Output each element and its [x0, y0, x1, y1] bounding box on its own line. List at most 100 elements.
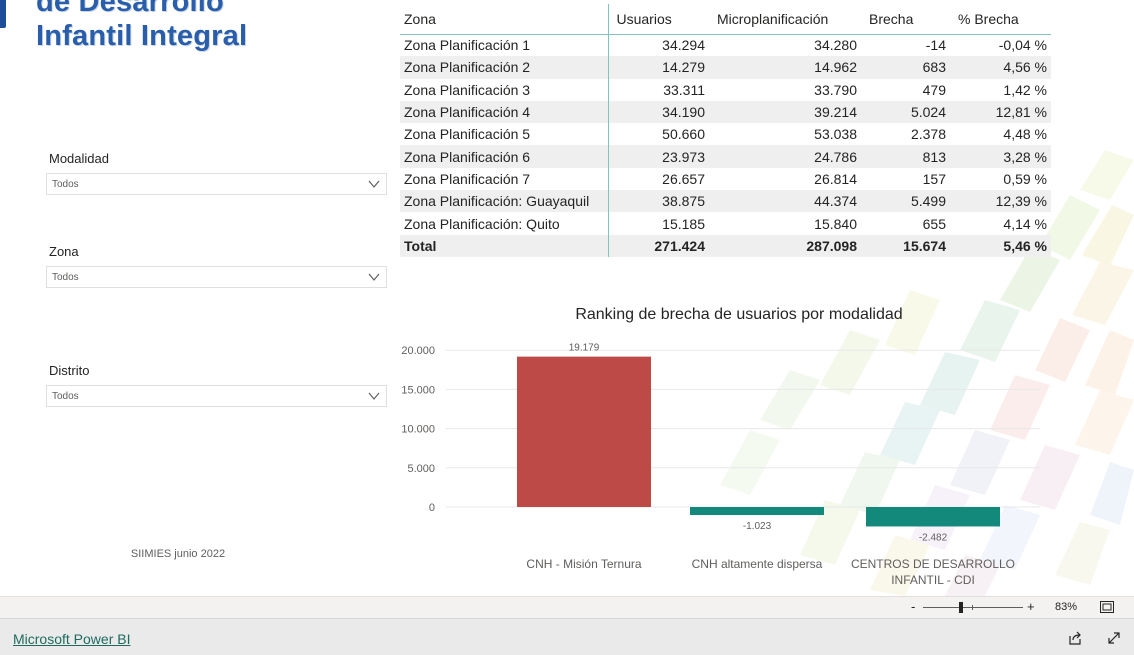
- power-bi-report-viewer: de Desarrollo Infantil Integral Modalida…: [0, 0, 1134, 655]
- table-row[interactable]: Zona Planificación 3 33.311 33.790 479 1,42 …: [400, 78, 1051, 101]
- cell-usuarios: 23.973: [608, 145, 709, 168]
- cell-microplanificacion: 14.962: [709, 56, 861, 79]
- x-category-label: CENTROS DE DESARROLLO: [851, 557, 1015, 571]
- report-canvas: de Desarrollo Infantil Integral Modalida…: [0, 0, 1134, 596]
- cell-pct-brecha: 4,48 %: [1003, 126, 1047, 143]
- cell-brecha: 683: [861, 56, 950, 79]
- cell-pct-brecha: -0,04 %: [998, 37, 1047, 54]
- zone-table: Zona Usuarios Microplanificación Brecha …: [400, 4, 1051, 257]
- logo-title-line-2: Infantil Integral: [36, 20, 248, 52]
- cell-brecha: 655: [922, 215, 946, 232]
- logo: de Desarrollo Infantil Integral: [0, 0, 260, 66]
- table-total-row: Total 271.424 287.098 15.674 5,46 %: [400, 234, 1051, 257]
- table-row[interactable]: Zona Planificación 7 26.657 26.814 157 0,59 …: [400, 167, 1051, 191]
- cell-microplanificacion: 34.280: [814, 37, 857, 54]
- zoom-slider-track[interactable]: [923, 607, 1023, 608]
- zoom-slider-default-tick: [972, 605, 973, 610]
- cell-microplanificacion: 24.786: [709, 145, 861, 168]
- total-pct-brecha: 5,46 %: [950, 234, 1051, 257]
- chart-title: Ranking de brecha de usuarios por modali…: [575, 306, 903, 323]
- power-bi-link[interactable]: Microsoft Power BI: [13, 631, 130, 647]
- table-row[interactable]: Zona Planificación 5 50.660 53.038 2.378 4,4…: [400, 123, 1051, 146]
- cell-zona: Zona Planificación 1: [400, 34, 609, 57]
- cell-microplanificacion: 33.790: [814, 81, 857, 98]
- zoom-in-button[interactable]: +: [1027, 599, 1035, 614]
- cell-brecha: 2.378: [910, 126, 946, 143]
- cell-usuarios: 15.185: [662, 215, 705, 232]
- column-header-usuarios[interactable]: Usuarios: [608, 4, 709, 34]
- column-header-zona[interactable]: Zona: [400, 4, 609, 34]
- chart-bar[interactable]: [517, 356, 651, 507]
- data-label: -1.023: [743, 521, 772, 532]
- cell-pct-brecha: 0,59 %: [1003, 170, 1047, 187]
- slicer-label-modalidad: Modalidad: [49, 151, 109, 166]
- zoom-slider-thumb[interactable]: [959, 602, 963, 613]
- cell-pct-brecha: 12,39 %: [950, 190, 1051, 213]
- chart-bar[interactable]: [866, 507, 1000, 527]
- slicer-zona-value: Todos: [52, 272, 79, 283]
- table-row[interactable]: Zona Planificación 4 34.190 39.214 5.024 12,…: [400, 100, 1051, 124]
- cell-usuarios: 38.875: [608, 190, 709, 213]
- cell-microplanificacion: 44.374: [709, 190, 861, 213]
- cell-zona: Zona Planificación: Guayaquil: [400, 190, 609, 213]
- total-usuarios: 271.424: [608, 234, 709, 257]
- table-header-row: Zona Usuarios Microplanificación Brecha …: [400, 4, 1051, 34]
- slicer-distrito-dropdown[interactable]: Todos: [46, 385, 387, 407]
- data-source-footnote: SIIMIES junio 2022: [130, 548, 226, 560]
- expand-icon[interactable]: [1106, 630, 1122, 646]
- table-row[interactable]: Zona Planificación 2 14.279 14.962 683 4,56 …: [400, 56, 1051, 79]
- y-tick-label: 10.000: [401, 424, 435, 436]
- y-tick-label: 20.000: [401, 345, 435, 357]
- cell-zona: Zona Planificación 3: [400, 78, 609, 101]
- column-header-brecha[interactable]: Brecha: [861, 4, 950, 34]
- cell-pct-brecha: 4,14 %: [1003, 215, 1047, 232]
- cell-microplanificacion: 39.214: [709, 100, 861, 124]
- cell-brecha: 5.499: [861, 190, 950, 213]
- y-tick-label: 5.000: [407, 463, 435, 475]
- slicer-distrito-value: Todos: [52, 391, 79, 402]
- table-row[interactable]: Zona Planificación 1 34.294 34.280 -14 -0,04…: [400, 34, 1051, 57]
- zoom-level: 83%: [1055, 601, 1078, 613]
- x-category-label: INFANTIL - CDI: [891, 573, 975, 587]
- cell-usuarios: 34.294: [662, 37, 705, 54]
- cell-zona: Zona Planificación 5: [400, 123, 609, 146]
- cell-usuarios: 34.190: [608, 100, 709, 124]
- total-brecha: 15.674: [861, 234, 950, 257]
- column-header-microplanificacion[interactable]: Microplanificación: [709, 4, 861, 34]
- cell-usuarios: 50.660: [662, 126, 705, 143]
- chevron-down-icon: [368, 273, 380, 281]
- table-row[interactable]: Zona Planificación: Quito 15.185 15.840 655…: [400, 212, 1051, 235]
- slicer-modalidad-dropdown[interactable]: Todos: [46, 173, 387, 195]
- chevron-down-icon: [368, 392, 380, 400]
- zoom-out-button[interactable]: -: [911, 599, 915, 614]
- table-row[interactable]: Zona Planificación 6 23.973 24.786 813 3,28 …: [400, 145, 1051, 168]
- table-body: Zona Planificación 1 34.294 34.280 -14 -0,04…: [400, 34, 1051, 257]
- cell-brecha: -14: [925, 37, 946, 54]
- cell-pct-brecha: 1,42 %: [1003, 81, 1047, 98]
- cell-zona: Zona Planificación 6: [400, 145, 609, 168]
- footer-bar: Microsoft Power BI: [0, 618, 1134, 655]
- chevron-down-icon: [368, 180, 380, 188]
- cell-brecha: 157: [922, 170, 946, 187]
- slicer-zona-dropdown[interactable]: Todos: [46, 266, 387, 288]
- y-tick-label: 0: [429, 502, 435, 514]
- cell-zona: Zona Planificación 4: [400, 100, 609, 124]
- cell-brecha: 5.024: [861, 100, 950, 124]
- share-icon[interactable]: [1067, 630, 1083, 646]
- data-label: -2.482: [919, 532, 948, 543]
- table-row[interactable]: Zona Planificación: Guayaquil 38.875 44.37…: [400, 190, 1051, 213]
- slicer-modalidad-value: Todos: [52, 179, 79, 190]
- cell-zona: Zona Planificación: Quito: [400, 212, 609, 235]
- cell-microplanificacion: 53.038: [814, 126, 857, 143]
- cell-microplanificacion: 15.840: [814, 215, 857, 232]
- y-tick-label: 15.000: [401, 384, 435, 396]
- cell-zona: Zona Planificación 2: [400, 56, 609, 79]
- chart-bar[interactable]: [690, 507, 824, 516]
- logo-mark: [0, 0, 6, 28]
- fit-to-page-icon[interactable]: [1100, 601, 1114, 613]
- column-header-pct-brecha[interactable]: % Brecha: [950, 4, 1051, 34]
- cell-usuarios: 26.657: [662, 170, 705, 187]
- brecha-ranking-bar-chart: 0 5.000 10.000 15.000 20.000 19.179 CNH - Misi…: [401, 343, 1040, 587]
- slicer-label-zona: Zona: [49, 244, 79, 259]
- total-zona: Total: [400, 234, 609, 257]
